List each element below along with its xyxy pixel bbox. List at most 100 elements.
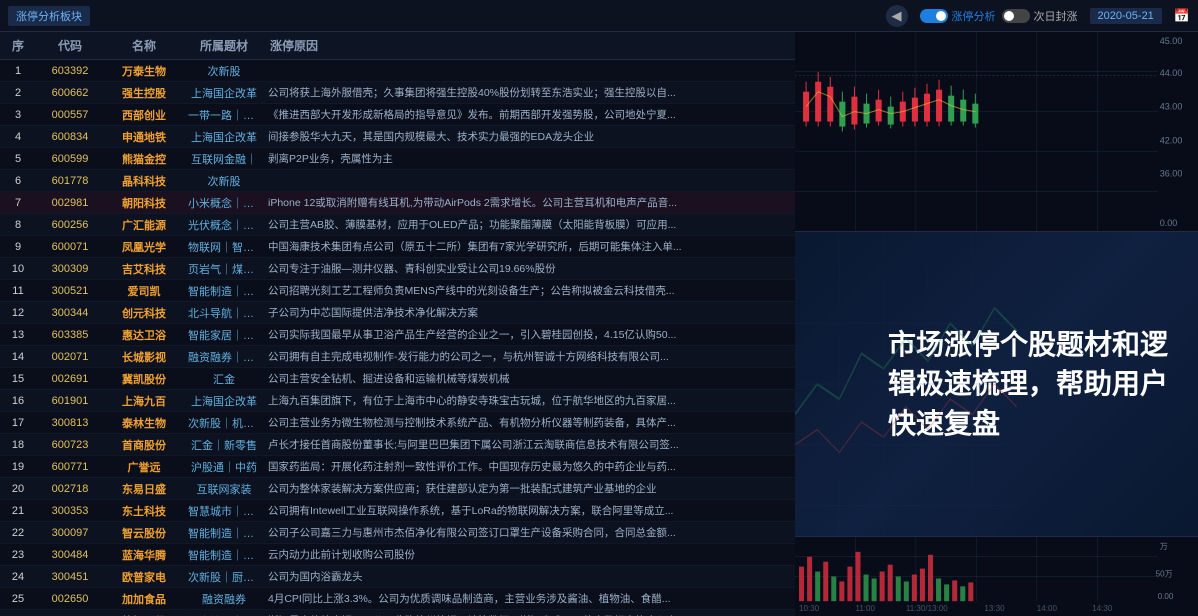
table-row[interactable]: 1 603392 万泰生物 次新股 bbox=[0, 60, 795, 82]
table-row[interactable]: 2 600662 强生控股 上海国企改革 公司将获上海外服借壳；久事集团将强生控… bbox=[0, 82, 795, 104]
cell-name: 惠达卫浴 bbox=[104, 327, 184, 343]
table-row[interactable]: 23 300484 蓝海华腾 智能制造｜工... 云内动力此前计划收购公司股份 bbox=[0, 544, 795, 566]
cell-code: 600256 bbox=[36, 219, 104, 231]
table-row[interactable]: 16 601901 上海九百 上海国企改革 上海九百集团旗下，有位于上海市中心的… bbox=[0, 390, 795, 412]
table-row[interactable]: 24 300451 欧普家电 次新股｜厨卫... 公司为国内浴霸龙头 bbox=[0, 566, 795, 588]
table-row[interactable]: 5 600599 熊猫金控 互联网金融｜ 剥离P2P业务，壳属性为主 bbox=[0, 148, 795, 170]
svg-text:0.00: 0.00 bbox=[1158, 592, 1174, 601]
col-header-num: 序 bbox=[0, 37, 36, 54]
cell-reason: 云内动力此前计划收购公司股份 bbox=[264, 547, 795, 562]
cell-name: 广汇能源 bbox=[104, 217, 184, 233]
cell-code: 002981 bbox=[36, 197, 104, 209]
table-panel: 序 代码 名称 所属题材 涨停原因 1 603392 万泰生物 次新股 2 60… bbox=[0, 32, 795, 616]
table-row[interactable]: 20 002718 东易日盛 互联网家装 公司为整体家装解决方案供应商；获住建部… bbox=[0, 478, 795, 500]
date-badge[interactable]: 2020-05-21 bbox=[1090, 8, 1162, 24]
cell-theme: 互联网家装 bbox=[184, 481, 264, 497]
cell-num: 18 bbox=[0, 439, 36, 451]
top-bar: 涨停分析板块 ◀ 涨停分析 次日封涨 2020-05-21 📅 bbox=[0, 0, 1198, 32]
table-row[interactable]: 11 300521 爱司凯 智能制造｜3D... 公司招聘光刻工艺工程师负责ME… bbox=[0, 280, 795, 302]
table-row[interactable]: 3 000557 西部创业 一带一路｜生... 《推进西部大开发形成新格局的指导… bbox=[0, 104, 795, 126]
ad-banner: 市场涨停个股题材和逻辑极速梳理，帮助用户快速复盘 bbox=[795, 232, 1198, 536]
cell-code: 002071 bbox=[36, 351, 104, 363]
cell-code: 002691 bbox=[36, 373, 104, 385]
cell-reason: 公司实际我国最早从事卫浴产品生产经营的企业之一，引入碧桂园创投，4.15亿认购5… bbox=[264, 327, 795, 342]
table-row[interactable]: 21 300353 东土科技 智慧城市｜物... 公司拥有Intewell工业互… bbox=[0, 500, 795, 522]
table-row[interactable]: 6 601778 晶科科技 次新股 bbox=[0, 170, 795, 192]
cell-reason: 公司子公司嘉三力与惠州市杰佰净化有限公司签订口罩生产设备采购合同，合同总金额..… bbox=[264, 525, 795, 540]
cell-code: 600071 bbox=[36, 241, 104, 253]
cell-name: 东土科技 bbox=[104, 503, 184, 519]
cell-num: 21 bbox=[0, 505, 36, 517]
cell-reason: 4月CPI同比上涨3.3%。公司为优质调味品制造商，主营业务涉及酱油、植物油、食… bbox=[264, 591, 795, 606]
cell-code: 600599 bbox=[36, 153, 104, 165]
svg-text:11:30/13:00: 11:30/13:00 bbox=[906, 604, 948, 613]
toggle-ciri-dot[interactable] bbox=[1002, 9, 1030, 23]
cell-theme: 小米概念｜次... bbox=[184, 195, 264, 211]
table-row[interactable]: 26 600126 杭钢股份 污水处理｜环... 浙江最大的综合钢厂；公司收购杭… bbox=[0, 610, 795, 616]
toggle-zhangting[interactable]: 涨停分析 bbox=[920, 8, 996, 24]
cell-reason: 中国海康技术集团有点公司（原五十二所）集团有7家光学研究所，后期可能集体注入单.… bbox=[264, 239, 795, 254]
cell-reason: 公司专注于油服—测井仪器、青科创实业受让公司19.66%股份 bbox=[264, 261, 795, 276]
svg-text:万: 万 bbox=[1160, 542, 1168, 551]
svg-text:10:30: 10:30 bbox=[799, 604, 820, 613]
table-row[interactable]: 10 300309 吉艾科技 页岩气｜煤轮... 公司专注于油服—测井仪器、青科… bbox=[0, 258, 795, 280]
svg-text:13:30: 13:30 bbox=[984, 604, 1005, 613]
toggle-zhangting-dot[interactable] bbox=[920, 9, 948, 23]
cell-code: 300813 bbox=[36, 417, 104, 429]
svg-text:14:30: 14:30 bbox=[1092, 604, 1113, 613]
candlestick-chart: 45.00 44.00 43.00 42.00 36.00 0.00 bbox=[795, 32, 1198, 231]
table-row[interactable]: 22 300097 智云股份 智能制造｜工... 公司子公司嘉三力与惠州市杰佰净… bbox=[0, 522, 795, 544]
cell-num: 12 bbox=[0, 307, 36, 319]
cell-reason: 公司拥有自主完成电视制作-发行能力的公司之一，与杭州智诚十方网络科技有限公司..… bbox=[264, 349, 795, 364]
cell-reason: 子公司为中芯国际提供洁净技术净化解决方案 bbox=[264, 305, 795, 320]
table-row[interactable]: 19 600771 广誉远 沪股通｜中药 国家药监局：开展化药注射剂一致性评价工… bbox=[0, 456, 795, 478]
cell-code: 300344 bbox=[36, 307, 104, 319]
cell-num: 13 bbox=[0, 329, 36, 341]
table-row[interactable]: 13 603385 惠达卫浴 智能家居｜碧... 公司实际我国最早从事卫浴产品生… bbox=[0, 324, 795, 346]
svg-text:43.00: 43.00 bbox=[1160, 102, 1183, 112]
cell-name: 首商股份 bbox=[104, 437, 184, 453]
cell-num: 9 bbox=[0, 241, 36, 253]
cell-theme: 智能制造｜工... bbox=[184, 547, 264, 563]
table-row[interactable]: 8 600256 广汇能源 光伏概念｜证... 公司主营AB胶、薄膜基材，应用于… bbox=[0, 214, 795, 236]
toggle-ciri[interactable]: 次日封涨 bbox=[1002, 8, 1078, 24]
cell-code: 600662 bbox=[36, 87, 104, 99]
cell-reason: iPhone 12或取消附赠有线耳机,为带动AirPods 2需求增长。公司主营… bbox=[264, 195, 795, 210]
nav-back-button[interactable]: ◀ bbox=[886, 5, 908, 27]
cell-name: 杭钢股份 bbox=[104, 613, 184, 616]
cell-reason: 剥离P2P业务，壳属性为主 bbox=[264, 151, 795, 166]
cell-name: 长城影视 bbox=[104, 349, 184, 365]
table-row[interactable]: 15 002691 冀凯股份 汇金 公司主营安全钻机、掘进设备和运输机械等煤炭机… bbox=[0, 368, 795, 390]
top-bar-controls: ◀ 涨停分析 次日封涨 2020-05-21 📅 bbox=[886, 5, 1190, 27]
table-row[interactable]: 14 002071 长城影视 融资融券｜高... 公司拥有自主完成电视制作-发行… bbox=[0, 346, 795, 368]
cell-code: 600723 bbox=[36, 439, 104, 451]
cell-num: 5 bbox=[0, 153, 36, 165]
cell-name: 申通地铁 bbox=[104, 129, 184, 145]
table-row[interactable]: 7 002981 朝阳科技 小米概念｜次... iPhone 12或取消附赠有线… bbox=[0, 192, 795, 214]
calendar-icon[interactable]: 📅 bbox=[1174, 8, 1190, 24]
cell-code: 300353 bbox=[36, 505, 104, 517]
table-row[interactable]: 12 300344 创元科技 北斗导航｜PV... 子公司为中芯国际提供洁净技术… bbox=[0, 302, 795, 324]
table-row[interactable]: 25 002650 加加食品 融资融券 4月CPI同比上涨3.3%。公司为优质调… bbox=[0, 588, 795, 610]
table-row[interactable]: 9 600071 凤凰光学 物联网｜智能... 中国海康技术集团有点公司（原五十… bbox=[0, 236, 795, 258]
cell-num: 7 bbox=[0, 197, 36, 209]
table-body: 1 603392 万泰生物 次新股 2 600662 强生控股 上海国企改革 公… bbox=[0, 60, 795, 616]
cell-code: 300451 bbox=[36, 571, 104, 583]
chart-top: 45.00 44.00 43.00 42.00 36.00 0.00 bbox=[795, 32, 1198, 232]
cell-code: 600771 bbox=[36, 461, 104, 473]
cell-name: 欧普家电 bbox=[104, 569, 184, 585]
board-tag[interactable]: 涨停分析板块 bbox=[8, 6, 90, 26]
cell-code: 300521 bbox=[36, 285, 104, 297]
svg-text:36.00: 36.00 bbox=[1160, 168, 1183, 178]
cell-reason: 公司为国内浴霸龙头 bbox=[264, 569, 795, 584]
cell-name: 熊猫金控 bbox=[104, 151, 184, 167]
cell-reason: 公司主营AB胶、薄膜基材，应用于OLED产品；功能聚酯薄膜（太阳能背板膜）可应用… bbox=[264, 217, 795, 232]
table-row[interactable]: 4 600834 申通地铁 上海国企改革 间接参股华大九天，其是国内规模最大、技… bbox=[0, 126, 795, 148]
cell-theme: 智能制造｜3D... bbox=[184, 283, 264, 299]
cell-reason: 《推进西部大开发形成新格局的指导意见》发布。前期西部开发强势股，公司地处宁夏..… bbox=[264, 107, 795, 122]
svg-text:0.00: 0.00 bbox=[1160, 218, 1178, 228]
cell-code: 300484 bbox=[36, 549, 104, 561]
table-row[interactable]: 18 600723 首商股份 汇金｜新零售 卢长才接任首商股份董事长;与阿里巴巴… bbox=[0, 434, 795, 456]
top-bar-left: 涨停分析板块 bbox=[8, 6, 90, 26]
table-row[interactable]: 17 300813 泰林生物 次新股｜机器... 公司主营业务为微生物检测与控制… bbox=[0, 412, 795, 434]
